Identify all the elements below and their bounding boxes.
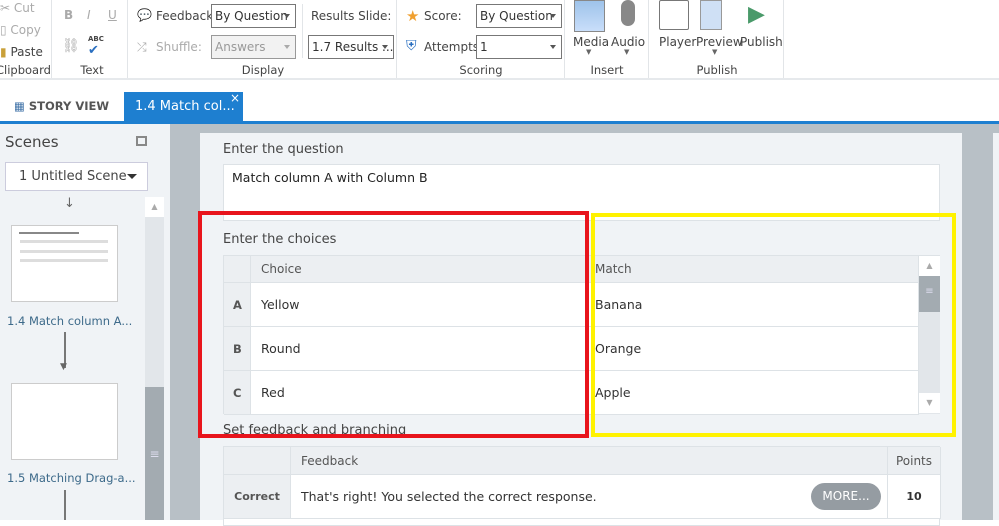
question-text: Match column A with Column B [232, 170, 428, 185]
chevron-down-icon [284, 14, 290, 18]
question-label: Enter the question [223, 142, 344, 157]
slide-label[interactable]: 1.5 Matching Drag-a... [7, 471, 136, 485]
check-icon: ✔ [88, 43, 99, 58]
cut-label: Cut [13, 1, 35, 15]
display-group-label: Display [241, 63, 285, 77]
publish-group-label: Publish [696, 63, 738, 77]
arrow-down-icon: ↓ [64, 196, 75, 211]
chevron-down-icon [550, 14, 556, 18]
italic-button[interactable]: I [87, 8, 91, 22]
slide-thumbnail[interactable] [11, 225, 118, 302]
score-value: By Question [480, 9, 553, 23]
link-icon[interactable]: ⛓ [62, 38, 80, 54]
story-view-label: STORY VIEW [28, 99, 110, 113]
chevron-down-icon [550, 45, 556, 49]
feedback-text[interactable]: That's right! You selected the correct r… [291, 475, 888, 519]
publish-button[interactable]: Publish [740, 35, 783, 49]
score-select[interactable]: By Question [476, 4, 562, 28]
feedback-type: Correct [224, 475, 291, 519]
scrollbar-thumb[interactable]: ≡ [145, 387, 164, 520]
spell-check-button[interactable]: ABC ✔ [88, 35, 104, 58]
attempts-value: 1 [480, 40, 488, 54]
shuffle-select[interactable]: Answers [211, 35, 296, 59]
preview-icon[interactable] [700, 0, 722, 30]
paste-label: Paste [10, 45, 43, 59]
player-icon[interactable] [659, 0, 689, 30]
scenes-scrollbar[interactable]: ▲ ≡ [145, 197, 164, 520]
clipboard-group-label: Clipboard [0, 63, 51, 77]
tab-story-view[interactable]: ▦ STORY VIEW [14, 99, 109, 113]
match-highlight-box [591, 213, 956, 437]
spell-check-label: ABC [88, 35, 104, 43]
results-slide-select[interactable]: 1.7 Results ... [308, 35, 394, 59]
insert-group-label: Insert [590, 63, 624, 77]
tab-label: 1.4 Match col... [135, 99, 235, 114]
story-view-icon: ▦ [14, 99, 25, 113]
text-group-label: Text [80, 63, 104, 77]
scene-select[interactable]: 1 Untitled Scene [5, 162, 148, 191]
feedback-header: Feedback [291, 447, 888, 475]
player-button[interactable]: Player [659, 35, 696, 49]
feedback-value: By Question [215, 9, 288, 23]
chevron-down-icon [127, 174, 137, 179]
restore-window-icon[interactable] [136, 136, 147, 146]
more-button[interactable]: MORE... [811, 483, 881, 510]
close-icon[interactable]: × [230, 91, 240, 105]
tab-bar: ▦ STORY VIEW 1.4 Match col... × [0, 80, 999, 124]
underline-button[interactable]: U [108, 8, 117, 22]
feedback-text-value: That's right! You selected the correct r… [301, 489, 597, 504]
shuffle-icon: ⤮ [137, 40, 147, 54]
scene-select-value: 1 Untitled Scene [19, 169, 127, 184]
paste-icon: ▮ [0, 45, 7, 59]
attempts-label: Attempts: [424, 40, 484, 54]
media-icon[interactable] [574, 0, 605, 32]
copy-button[interactable]: ▯ Copy [0, 23, 41, 37]
paste-button[interactable]: ▮ Paste [0, 45, 43, 59]
choices-highlight-box [198, 211, 589, 438]
scenes-title: Scenes [5, 133, 59, 151]
attempts-select[interactable]: 1 [476, 35, 562, 59]
microphone-icon[interactable] [621, 0, 635, 26]
chevron-down-icon [284, 45, 290, 49]
points-input[interactable]: 10 [888, 475, 941, 519]
score-label: Score: [424, 9, 462, 23]
scroll-up-icon[interactable]: ▲ [145, 197, 164, 217]
copy-label: Copy [10, 23, 41, 37]
feedback-label: Feedback: [156, 9, 218, 23]
points-header: Points [888, 447, 941, 475]
feedback-select[interactable]: By Question [211, 4, 296, 28]
tab-slide-1-4[interactable]: 1.4 Match col... × [124, 91, 243, 121]
star-icon: ★ [406, 7, 420, 25]
scenes-panel: Scenes 1 Untitled Scene ↓ 1.4 Match colu… [0, 124, 170, 520]
chevron-down-icon [382, 45, 388, 49]
feedback-table: Feedback Points Correct That's right! Yo… [223, 446, 941, 526]
shuffle-value: Answers [215, 40, 266, 54]
shield-question-icon: ⛨ [406, 38, 417, 54]
bold-button[interactable]: B [64, 8, 73, 22]
arrow-down-icon: ▼ [60, 362, 67, 372]
publish-icon: ▶ [748, 2, 765, 27]
ribbon: ✂ Cut ▯ Copy ▮ Paste Clipboard B I U ⛓ A… [0, 0, 999, 80]
cut-button[interactable]: ✂ Cut [0, 1, 35, 15]
shuffle-label: Shuffle: [156, 40, 202, 54]
slide-label[interactable]: 1.4 Match column A... [7, 314, 132, 328]
preview-button[interactable]: Preview [696, 35, 743, 49]
slide-thumbnail[interactable] [11, 383, 118, 460]
results-slide-label: Results Slide: [311, 9, 392, 23]
scoring-group-label: Scoring [459, 63, 503, 77]
feedback-icon: 💬 [137, 8, 152, 22]
media-button[interactable]: Media [573, 35, 609, 49]
audio-button[interactable]: Audio [611, 35, 645, 49]
